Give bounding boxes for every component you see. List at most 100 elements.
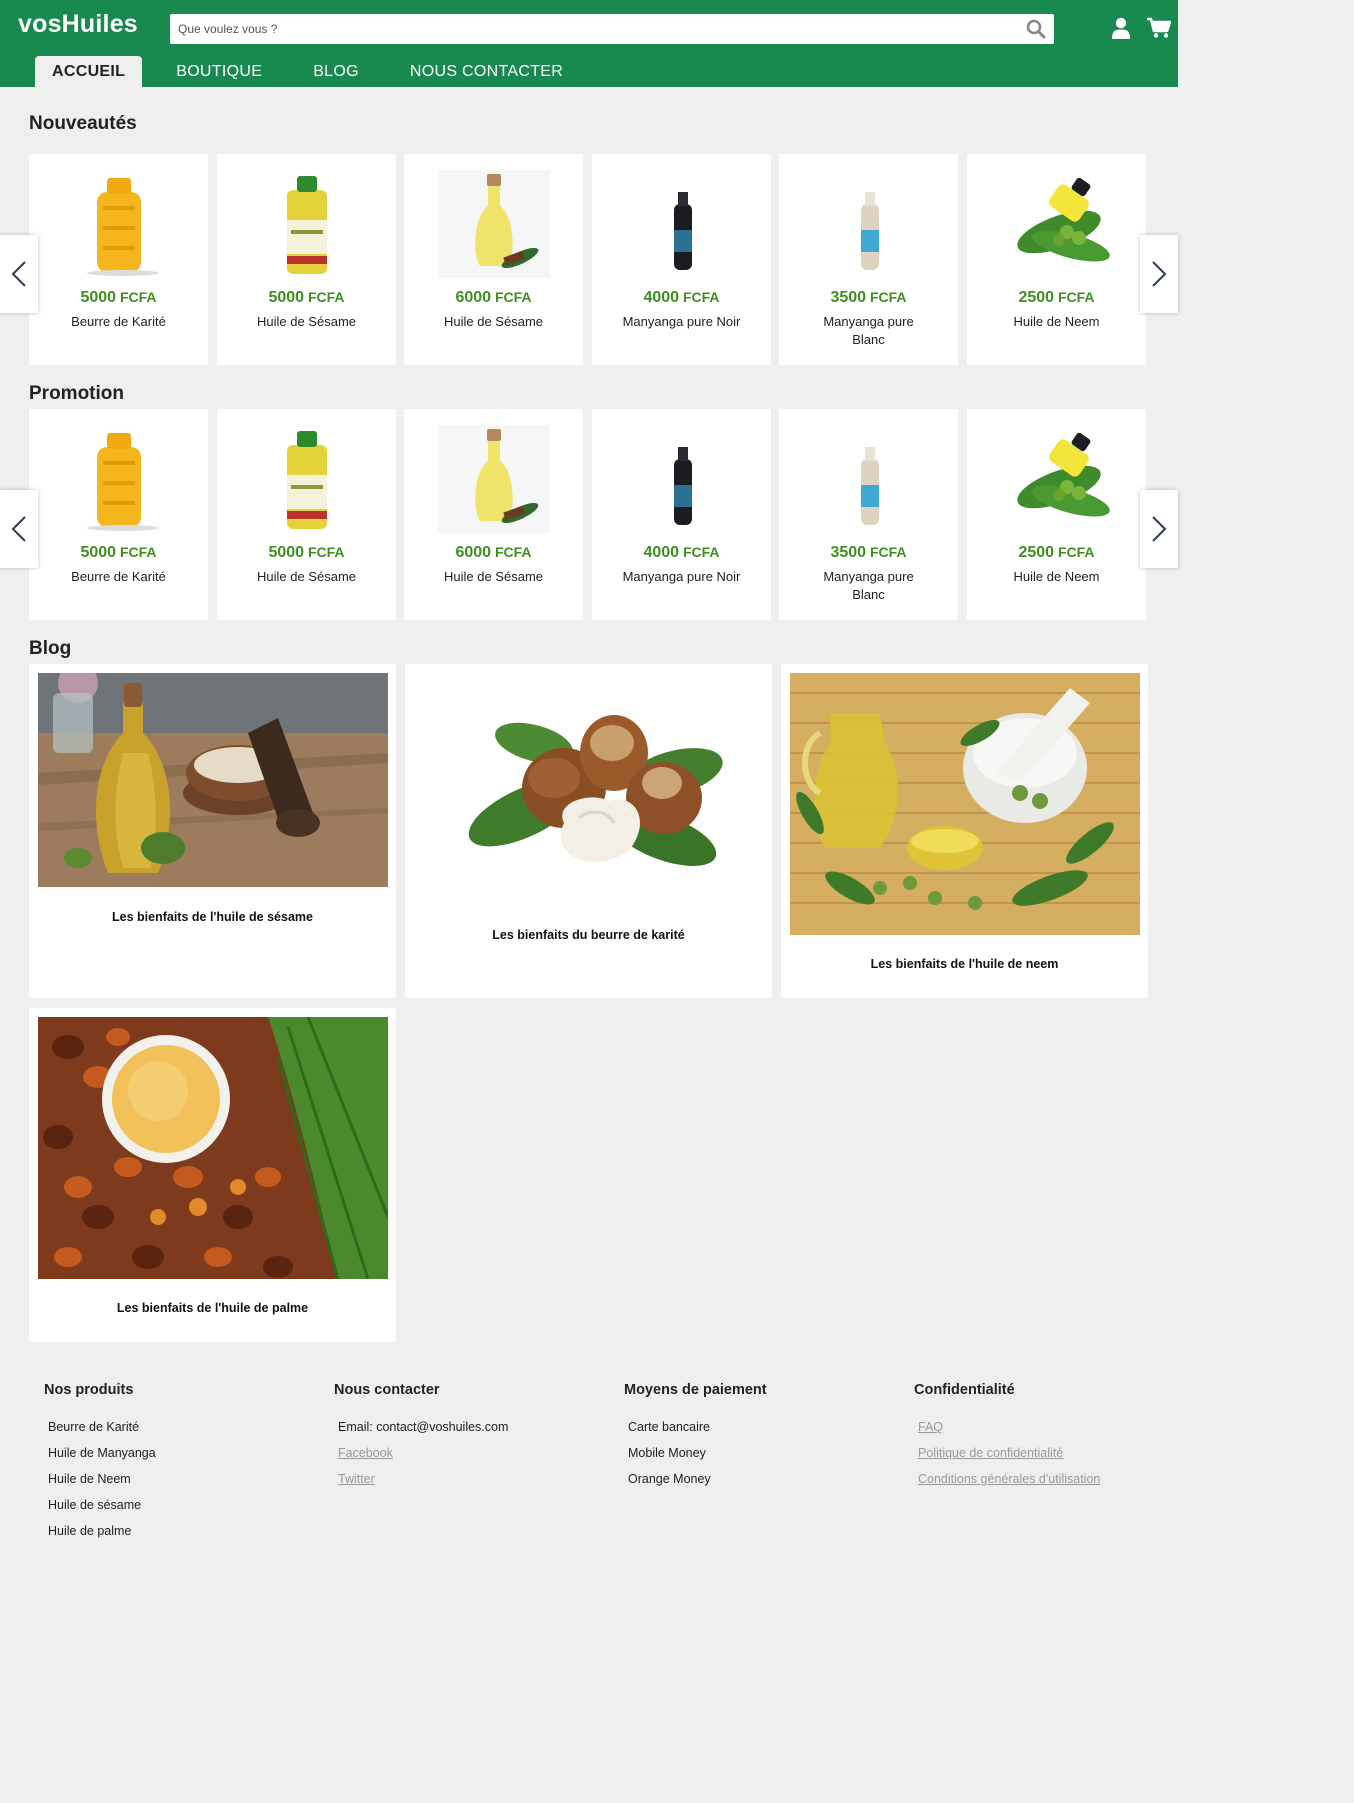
product-name[interactable]: Manyanga pure Noir bbox=[622, 568, 741, 586]
product-image-dark-bottle bbox=[674, 447, 692, 525]
footer-payment: Moyens de paiement Carte bancaire Mobile… bbox=[624, 1382, 904, 1498]
product-name[interactable]: Manyanga pure Blanc bbox=[809, 313, 928, 349]
product-image-neem-vial bbox=[1017, 177, 1110, 262]
footer-contact-title: Nous contacter bbox=[334, 1382, 440, 1398]
price-amount: 4000 bbox=[643, 544, 680, 561]
price-amount: 2500 bbox=[1018, 544, 1055, 561]
footer-privacy-policy-link[interactable]: Politique de confidentialité bbox=[914, 1446, 1194, 1472]
product-card[interactable]: 5000 FCFA Beurre de Karité bbox=[29, 154, 208, 365]
product-card[interactable]: 3500 FCFA Manyanga pure Blanc bbox=[779, 154, 958, 365]
product-name[interactable]: Huile de Sésame bbox=[247, 568, 366, 586]
footer-contact-email: Email: contact@voshuiles.com bbox=[338, 1420, 509, 1434]
blog-title[interactable]: Les bienfaits de l'huile de neem bbox=[781, 957, 1148, 971]
product-card[interactable]: 5000 FCFA Beurre de Karité bbox=[29, 409, 208, 620]
search-icon[interactable] bbox=[1026, 19, 1046, 39]
chevron-left-icon bbox=[11, 516, 26, 542]
product-name[interactable]: Huile de Sésame bbox=[434, 568, 553, 586]
product-image-neem-vial bbox=[1017, 432, 1110, 517]
price-currency: FCFA bbox=[116, 544, 157, 560]
blog-card-sesame[interactable]: Les bienfaits de l'huile de sésame bbox=[29, 664, 396, 998]
blog-title[interactable]: Les bienfaits de l'huile de palme bbox=[29, 1301, 396, 1315]
product-image-white-bottle bbox=[861, 192, 879, 270]
price-amount: 5000 bbox=[80, 289, 117, 306]
footer-terms-link[interactable]: Conditions générales d'utilisation bbox=[914, 1472, 1194, 1498]
product-price: 4000 FCFA bbox=[592, 289, 771, 307]
product-image-small-oil-bottle bbox=[438, 170, 550, 278]
product-card[interactable]: 4000 FCFA Manyanga pure Noir bbox=[592, 154, 771, 365]
search-bar bbox=[170, 14, 1054, 44]
product-name[interactable]: Manyanga pure Blanc bbox=[809, 568, 928, 604]
product-card[interactable]: 3500 FCFA Manyanga pure Blanc bbox=[779, 409, 958, 620]
cart-icon[interactable] bbox=[1147, 17, 1171, 39]
footer-product-item[interactable]: Huile de palme bbox=[44, 1524, 324, 1550]
blog-card-palme[interactable]: Les bienfaits de l'huile de palme bbox=[29, 1008, 396, 1342]
product-price: 5000 FCFA bbox=[217, 289, 396, 307]
carousel-next-button[interactable] bbox=[1140, 235, 1178, 313]
blog-image-sesame bbox=[38, 673, 388, 887]
product-name[interactable]: Huile de Neem bbox=[997, 313, 1116, 331]
carousel-prev-button[interactable] bbox=[0, 235, 38, 313]
product-card[interactable]: 6000 FCFA Huile de Sésame bbox=[404, 154, 583, 365]
product-price: 6000 FCFA bbox=[404, 289, 583, 307]
footer-faq-link[interactable]: FAQ bbox=[914, 1420, 1194, 1446]
product-card[interactable]: 5000 FCFA Huile de Sésame bbox=[217, 154, 396, 365]
nav-tab-accueil[interactable]: ACCUEIL bbox=[35, 56, 143, 87]
blog-image-karite bbox=[414, 673, 764, 913]
footer-payment-item: Carte bancaire bbox=[628, 1420, 710, 1434]
product-image-small-oil-bottle bbox=[438, 425, 550, 533]
product-card[interactable]: 4000 FCFA Manyanga pure Noir bbox=[592, 409, 771, 620]
blog-card-neem[interactable]: Les bienfaits de l'huile de neem bbox=[781, 664, 1148, 998]
blog-title[interactable]: Les bienfaits du beurre de karité bbox=[405, 928, 772, 942]
blog-title[interactable]: Les bienfaits de l'huile de sésame bbox=[29, 910, 396, 924]
footer-product-item[interactable]: Beurre de Karité bbox=[44, 1420, 324, 1446]
footer-privacy: Confidentialité FAQ Politique de confide… bbox=[914, 1382, 1194, 1498]
price-currency: FCFA bbox=[866, 544, 907, 560]
price-currency: FCFA bbox=[679, 289, 720, 305]
chevron-right-icon bbox=[1152, 516, 1167, 542]
footer-twitter-link[interactable]: Twitter bbox=[334, 1472, 614, 1498]
product-name[interactable]: Beurre de Karité bbox=[59, 313, 178, 331]
footer-product-item[interactable]: Huile de sésame bbox=[44, 1498, 324, 1524]
footer-payment-item: Orange Money bbox=[628, 1472, 711, 1486]
product-card[interactable]: 6000 FCFA Huile de Sésame bbox=[404, 409, 583, 620]
blog-card-karite[interactable]: Les bienfaits du beurre de karité bbox=[405, 664, 772, 998]
carousel-prev-button[interactable] bbox=[0, 490, 38, 568]
footer-payment-item: Mobile Money bbox=[628, 1446, 706, 1460]
new-products-carousel: 5000 FCFA Beurre de Karité 5000 FCFA Huile … bbox=[29, 154, 1148, 365]
search-input[interactable] bbox=[170, 14, 1010, 44]
price-amount: 5000 bbox=[268, 544, 305, 561]
chevron-right-icon bbox=[1152, 261, 1167, 287]
site-header: vosHuiles ACCUEIL BOUTIQUE BLOG NOUS CON… bbox=[0, 0, 1178, 87]
product-card[interactable]: 5000 FCFA Huile de Sésame bbox=[217, 409, 396, 620]
product-name[interactable]: Manyanga pure Noir bbox=[622, 313, 741, 331]
footer-product-item[interactable]: Huile de Neem bbox=[44, 1472, 324, 1498]
product-image-sesame-bottle bbox=[287, 176, 327, 274]
product-price: 2500 FCFA bbox=[967, 544, 1146, 562]
user-icon[interactable] bbox=[1111, 17, 1131, 39]
nav-tab-contact[interactable]: NOUS CONTACTER bbox=[393, 56, 580, 87]
product-image-yellow-jug bbox=[87, 178, 159, 276]
footer-facebook-link[interactable]: Facebook bbox=[334, 1446, 614, 1472]
product-name[interactable]: Huile de Sésame bbox=[434, 313, 553, 331]
product-card[interactable]: 2500 FCFA Huile de Neem bbox=[967, 409, 1146, 620]
site-logo[interactable]: vosHuiles bbox=[18, 10, 138, 39]
carousel-next-button[interactable] bbox=[1140, 490, 1178, 568]
product-name[interactable]: Huile de Neem bbox=[997, 568, 1116, 586]
main-nav: ACCUEIL BOUTIQUE BLOG NOUS CONTACTER bbox=[35, 56, 597, 87]
footer-contact: Nous contacter Email: contact@voshuiles.… bbox=[334, 1382, 614, 1498]
product-price: 5000 FCFA bbox=[29, 544, 208, 562]
section-title-new: Nouveautés bbox=[29, 113, 137, 134]
product-name[interactable]: Beurre de Karité bbox=[59, 568, 178, 586]
price-currency: FCFA bbox=[116, 289, 157, 305]
price-currency: FCFA bbox=[304, 544, 345, 560]
nav-tab-blog[interactable]: BLOG bbox=[296, 56, 376, 87]
product-image-yellow-jug bbox=[87, 433, 159, 531]
product-name[interactable]: Huile de Sésame bbox=[247, 313, 366, 331]
product-card[interactable]: 2500 FCFA Huile de Neem bbox=[967, 154, 1146, 365]
price-amount: 3500 bbox=[830, 289, 867, 306]
nav-tab-boutique[interactable]: BOUTIQUE bbox=[159, 56, 279, 87]
footer-product-item[interactable]: Huile de Manyanga bbox=[44, 1446, 324, 1472]
price-currency: FCFA bbox=[491, 544, 532, 560]
product-price: 5000 FCFA bbox=[29, 289, 208, 307]
price-currency: FCFA bbox=[679, 544, 720, 560]
